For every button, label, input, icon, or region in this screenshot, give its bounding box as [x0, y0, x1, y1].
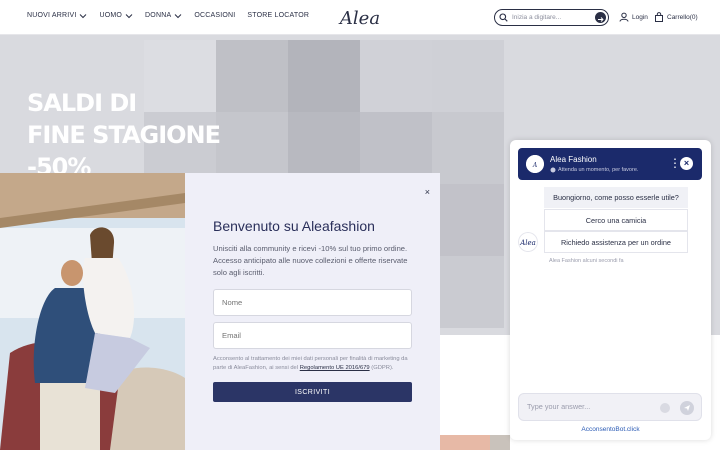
- message-timestamp: Alea Fashion alcuni secondi fa: [549, 258, 624, 264]
- chat-header: A Alea Fashion Attenda un momento, per f…: [518, 148, 702, 180]
- search-input[interactable]: [512, 14, 592, 21]
- search-icon: [499, 13, 508, 22]
- nav-item-nuovi-arrivi[interactable]: NUOVI ARRIVI: [27, 12, 87, 19]
- email-field[interactable]: [213, 322, 412, 349]
- nav-label: UOMO: [99, 12, 123, 19]
- search-bar[interactable]: [494, 9, 609, 26]
- svg-text:Alea: Alea: [338, 8, 380, 29]
- hero-tile: [432, 184, 504, 256]
- svg-text:Alea: Alea: [519, 239, 536, 247]
- chevron-down-icon: [174, 13, 182, 18]
- consent-suffix: (GDPR).: [371, 365, 394, 371]
- svg-text:A: A: [532, 162, 538, 169]
- user-icon: [619, 12, 629, 22]
- nav-item-store-locator[interactable]: STORE LOCATOR: [247, 12, 309, 19]
- chat-footer-link[interactable]: AcconsentoBot.click: [510, 426, 711, 433]
- cart-link[interactable]: Carrello(0): [654, 12, 698, 22]
- quick-reply-option[interactable]: Richiedo assistenza per un ordine: [544, 231, 688, 253]
- arrow-right-icon: [598, 17, 604, 22]
- nav-item-occasioni[interactable]: OCCASIONI: [194, 12, 235, 19]
- chat-input-box[interactable]: [518, 393, 702, 421]
- close-modal-button[interactable]: ×: [425, 187, 430, 197]
- chevron-down-icon: [125, 13, 133, 18]
- bot-message: Buongiorno, come posso esserle utile?: [544, 187, 688, 209]
- nav-item-uomo[interactable]: UOMO: [99, 12, 133, 19]
- chat-title: Alea Fashion: [550, 155, 597, 164]
- hero-tile: [288, 40, 360, 112]
- hero-line: SALDI DI: [27, 89, 137, 117]
- search-submit-button[interactable]: [595, 12, 606, 23]
- close-chat-button[interactable]: ×: [680, 157, 693, 170]
- hero-headline: SALDI DI FINE STAGIONE -50%: [27, 87, 221, 183]
- chat-status: Attenda un momento, per favore.: [550, 167, 638, 173]
- hero-tile: [216, 40, 288, 112]
- cart-label: Carrello(0): [667, 13, 698, 21]
- gdpr-link[interactable]: Regolamento UE 2016/679: [300, 365, 370, 371]
- name-field[interactable]: [213, 289, 412, 316]
- nav-label: NUOVI ARRIVI: [27, 12, 77, 19]
- nav-label: OCCASIONI: [194, 12, 236, 19]
- chevron-down-icon: [80, 13, 87, 18]
- send-icon: [684, 405, 690, 411]
- status-dot-icon: [550, 167, 556, 173]
- main-nav: NUOVI ARRIVI UOMO DONNA OCCASIONI STORE …: [27, 12, 309, 19]
- nav-label: STORE LOCATOR: [247, 12, 310, 19]
- subscribe-button[interactable]: ISCRIVITI: [213, 382, 412, 402]
- send-button[interactable]: [680, 401, 694, 415]
- consent-text: Acconsento al trattamento dei miei dati …: [213, 355, 418, 373]
- chat-input[interactable]: [527, 402, 647, 411]
- alea-logo[interactable]: Alea: [332, 6, 388, 30]
- login-link[interactable]: Login: [619, 12, 648, 22]
- chat-widget: A Alea Fashion Attenda un momento, per f…: [510, 140, 711, 440]
- nav-item-donna[interactable]: DONNA: [145, 12, 182, 19]
- chat-status-text: Attenda un momento, per favore.: [558, 167, 639, 173]
- product-thumbnail[interactable]: [440, 435, 490, 450]
- nav-label: DONNA: [145, 12, 172, 19]
- hero-tile: [360, 40, 432, 112]
- emoji-icon[interactable]: [660, 403, 670, 413]
- alea-avatar-icon: A: [526, 155, 544, 173]
- shopping-bag-icon: [655, 12, 663, 22]
- newsletter-modal: × Benvenuto su Aleafashion Unisciti alla…: [185, 173, 440, 450]
- site-header: NUOVI ARRIVI UOMO DONNA OCCASIONI STORE …: [0, 0, 720, 35]
- alea-bot-avatar-icon: Alea: [518, 232, 538, 252]
- quick-reply-option[interactable]: Cerco una camicia: [544, 209, 688, 231]
- modal-description: Unisciti alla community e ricevi -10% su…: [213, 244, 408, 277]
- hero-tile: [432, 112, 504, 184]
- hero-line: FINE STAGIONE: [27, 121, 221, 149]
- hero-tile: [432, 40, 504, 112]
- modal-title: Benvenuto su Aleafashion: [213, 218, 375, 234]
- newsletter-photo: [0, 173, 185, 450]
- login-label: Login: [632, 13, 648, 21]
- hero-tile: [432, 256, 504, 328]
- product-thumbnail[interactable]: [490, 435, 510, 450]
